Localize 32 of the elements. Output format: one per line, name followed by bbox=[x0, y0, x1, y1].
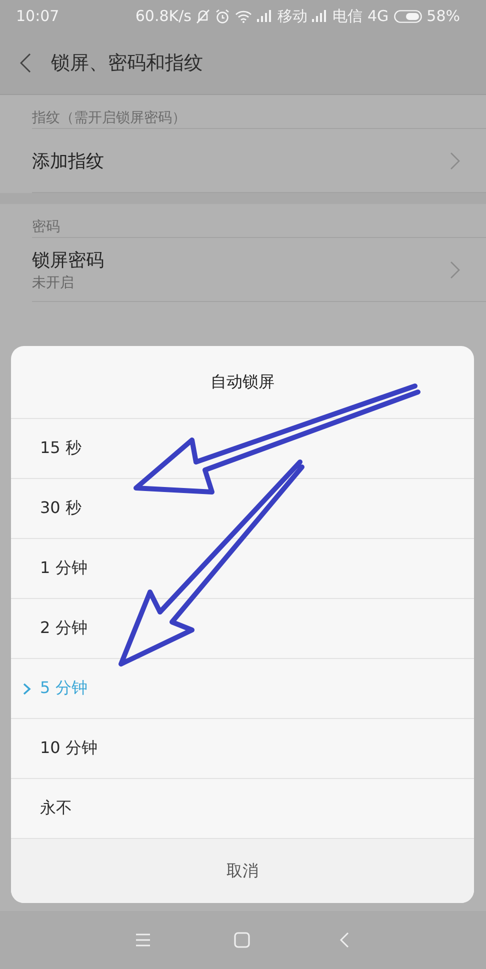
muted-bell-icon bbox=[196, 8, 210, 24]
section-header: 密码 bbox=[32, 219, 60, 235]
chevron-icon bbox=[450, 260, 460, 278]
option-item[interactable]: 10 分钟 bbox=[11, 719, 474, 779]
menu-button[interactable] bbox=[135, 933, 151, 947]
alarm-icon bbox=[215, 8, 230, 24]
page-title: 锁屏、密码和指纹 bbox=[51, 51, 203, 76]
check-chevron-icon bbox=[23, 683, 31, 695]
row-label: 添加指纹 bbox=[32, 150, 104, 172]
signal-icon bbox=[257, 10, 272, 22]
dialog-title: 自动锁屏 bbox=[210, 372, 274, 392]
signal-icon bbox=[312, 10, 328, 22]
row-subtitle: 未开启 bbox=[32, 274, 75, 292]
back-button[interactable] bbox=[20, 53, 31, 73]
settings-row[interactable]: 锁屏密码 未开启 bbox=[32, 238, 486, 302]
wifi-icon bbox=[235, 10, 252, 22]
clock: 10:07 bbox=[16, 7, 60, 25]
section-header: 指纹（需开启锁屏密码） bbox=[32, 110, 186, 126]
network-type: 4G bbox=[367, 7, 389, 25]
option-item[interactable]: 1 分钟 bbox=[11, 539, 474, 599]
network-speed: 60.8K/s bbox=[135, 7, 192, 25]
option-item[interactable]: 2 分钟 bbox=[11, 599, 474, 659]
row-label: 锁屏密码 bbox=[32, 248, 104, 272]
option-item[interactable]: 30 秒 bbox=[11, 479, 474, 539]
chevron-icon bbox=[450, 152, 460, 170]
option-item[interactable]: 15 秒 bbox=[11, 419, 474, 479]
home-button[interactable] bbox=[234, 932, 250, 948]
battery-percent: 58% bbox=[426, 7, 460, 25]
carrier-name: 电信 bbox=[332, 6, 362, 26]
carrier-name: 移动 bbox=[277, 6, 308, 26]
cancel-button[interactable]: 取消 bbox=[11, 839, 474, 903]
battery-icon bbox=[394, 10, 422, 22]
